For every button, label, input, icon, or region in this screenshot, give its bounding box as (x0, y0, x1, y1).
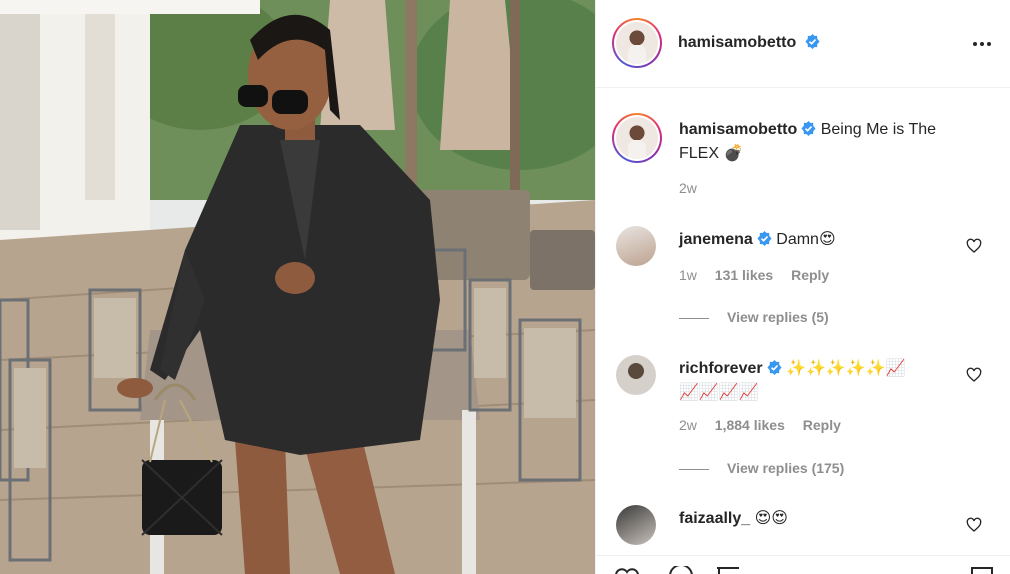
save-bookmark-icon[interactable] (971, 567, 993, 574)
replies-divider (679, 317, 709, 319)
verified-badge-icon (767, 360, 782, 375)
view-replies-label: View replies (5) (727, 309, 829, 325)
comment-bubble-icon[interactable] (668, 566, 694, 574)
comment-username[interactable]: faizaally_ (679, 510, 750, 527)
comment-avatar-faizaally[interactable] (616, 505, 656, 545)
heart-eyes-emoji: 😍 (818, 229, 836, 248)
caption-username[interactable]: hamisamobetto (679, 121, 797, 138)
like-comment-heart-icon[interactable] (966, 367, 982, 383)
comment-meta: 2w 1,884 likes Reply (679, 417, 841, 433)
post-detail-panel: hamisamobetto hamisamobetto Being Me is … (595, 0, 1010, 574)
share-paper-plane-icon[interactable] (716, 567, 740, 574)
comment-richforever: richforever ✨✨✨✨✨📈 📈📈📈📈 (679, 356, 959, 404)
comment-avatar-richforever[interactable] (616, 355, 656, 395)
comment-username[interactable]: janemena (679, 231, 753, 248)
comment-likes[interactable]: 1,884 likes (715, 417, 785, 433)
comment-username[interactable]: richforever (679, 360, 763, 377)
header-username-row: hamisamobetto (678, 34, 820, 52)
caption-line1: Being Me is The (820, 121, 937, 138)
comment-likes[interactable]: 131 likes (715, 267, 773, 283)
more-options-icon[interactable] (971, 33, 993, 55)
heart-eyes-emoji: 😍😍 (754, 508, 788, 527)
caption-line2: FLEX (679, 145, 720, 162)
verified-badge-icon (801, 121, 816, 136)
replies-divider (679, 468, 709, 470)
view-replies-button[interactable]: View replies (5) (679, 309, 829, 325)
chart-emoji: 📈📈📈📈 (679, 382, 759, 401)
comment-age: 2w (679, 417, 697, 433)
like-comment-heart-icon[interactable] (966, 238, 982, 254)
view-replies-button[interactable]: View replies (175) (679, 460, 844, 476)
caption-age: 2w (679, 180, 697, 196)
comment-avatar-janemena[interactable] (616, 226, 656, 266)
post-header: hamisamobetto (596, 0, 1010, 88)
comment-janemena: janemena Damn😍 (679, 227, 836, 251)
comment-meta: 1w 131 likes Reply (679, 267, 829, 283)
comment-text: Damn (776, 231, 819, 248)
view-replies-label: View replies (175) (727, 460, 845, 476)
caption-text: hamisamobetto Being Me is The FLEX 💣 (679, 118, 979, 165)
comment-faizaally: faizaally_ 😍😍 (679, 506, 788, 530)
verified-badge-icon (805, 34, 820, 49)
comment-age: 1w (679, 267, 697, 283)
post-photo-illustration (0, 0, 595, 574)
bomb-emoji: 💣 (723, 143, 744, 162)
caption-avatar[interactable] (612, 113, 662, 163)
post-photo[interactable] (0, 0, 595, 574)
like-heart-icon[interactable] (614, 566, 640, 574)
reply-button[interactable]: Reply (791, 267, 829, 283)
post-action-bar (596, 555, 1010, 574)
author-avatar[interactable] (612, 18, 662, 68)
verified-badge-icon (757, 231, 772, 246)
reply-button[interactable]: Reply (803, 417, 841, 433)
header-username[interactable]: hamisamobetto (678, 34, 796, 51)
like-comment-heart-icon[interactable] (966, 517, 982, 533)
sparkles-chart-emoji: ✨✨✨✨✨📈 (786, 358, 906, 377)
